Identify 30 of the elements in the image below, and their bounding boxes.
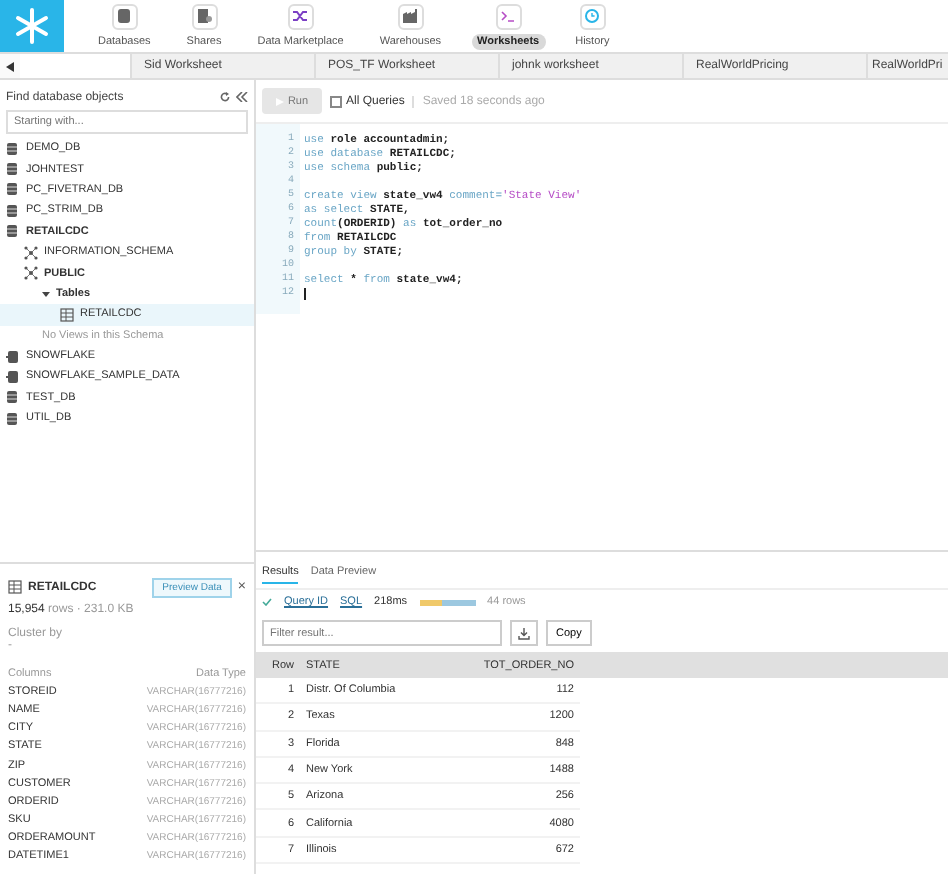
database-icon [6,182,20,197]
database-icon [116,8,133,24]
refresh-icon[interactable] [220,92,230,102]
schema-icon [24,266,38,281]
snowflake-logo[interactable] [0,0,64,52]
left-arrow-icon[interactable] [6,61,14,71]
timing-bar [419,599,476,605]
table-icon [60,307,74,322]
snowflake-icon [12,6,52,46]
shared-database-icon [6,349,20,364]
download-icon [518,627,530,639]
database-icon [6,141,20,156]
database-icon [6,411,20,426]
warehouse-icon [402,8,419,24]
expanded-caret-icon [42,289,50,298]
shuffle-icon [292,8,309,24]
checkbox[interactable] [330,95,342,107]
schema-icon [24,245,38,260]
collapse-icon[interactable] [236,92,248,102]
database-icon [6,390,20,405]
history-icon [584,8,601,24]
document-icon [196,8,213,24]
table-icon [8,580,22,594]
database-icon [6,224,20,239]
shared-database-icon [6,369,20,384]
terminal-icon [500,8,517,24]
check-icon [262,598,272,606]
download-button[interactable] [510,620,538,646]
database-icon [6,203,20,218]
database-icon [6,162,20,177]
